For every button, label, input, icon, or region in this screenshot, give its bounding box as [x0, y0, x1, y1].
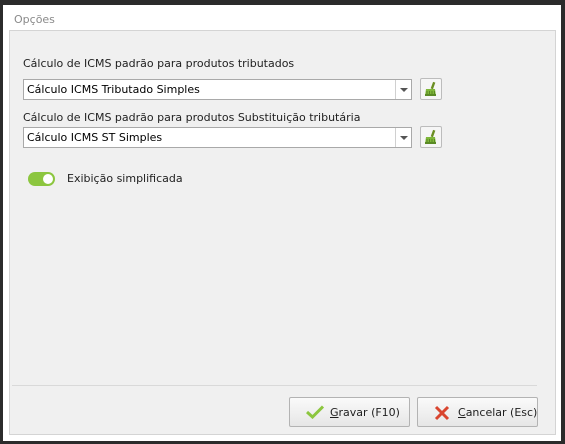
options-dialog: Opções Cálculo de ICMS padrão para produ… [3, 5, 561, 441]
dropdown-arrow-icon[interactable] [395, 80, 411, 99]
cancel-button[interactable]: Cancelar (Esc) [417, 397, 538, 427]
dialog-title: Opções [14, 13, 55, 26]
save-label-rest: ravar (F10) [338, 406, 400, 419]
icms-tributados-select[interactable]: Cálculo ICMS Tributado Simples [23, 79, 412, 100]
icms-st-select[interactable]: Cálculo ICMS ST Simples [23, 127, 412, 148]
save-mnemonic: G [330, 406, 339, 419]
options-panel: Cálculo de ICMS padrão para produtos tri… [9, 30, 556, 435]
title-bar: Opções [3, 5, 561, 33]
save-button[interactable]: Gravar (F10) [289, 397, 410, 427]
icms-st-label: Cálculo de ICMS padrão para produtos Sub… [23, 111, 361, 124]
dropdown-arrow-icon[interactable] [395, 128, 411, 147]
checkmark-icon [306, 405, 324, 419]
simplified-view-toggle[interactable] [28, 172, 55, 186]
cancel-mnemonic: C [458, 406, 466, 419]
x-icon [434, 405, 450, 421]
save-button-label: Gravar (F10) [330, 406, 400, 419]
icms-st-value: Cálculo ICMS ST Simples [27, 131, 163, 144]
clear-icms-tributados-button[interactable] [420, 78, 442, 100]
icms-tributados-value: Cálculo ICMS Tributado Simples [27, 83, 200, 96]
icms-tributados-label: Cálculo de ICMS padrão para produtos tri… [23, 57, 295, 70]
cancel-button-label: Cancelar (Esc) [458, 406, 537, 419]
toggle-knob [43, 174, 53, 184]
broom-icon [425, 81, 436, 96]
broom-icon [425, 129, 436, 144]
clear-icms-st-button[interactable] [420, 126, 442, 148]
simplified-view-label: Exibição simplificada [67, 172, 183, 185]
cancel-label-rest: ancelar (Esc) [465, 406, 538, 419]
divider [12, 385, 537, 386]
